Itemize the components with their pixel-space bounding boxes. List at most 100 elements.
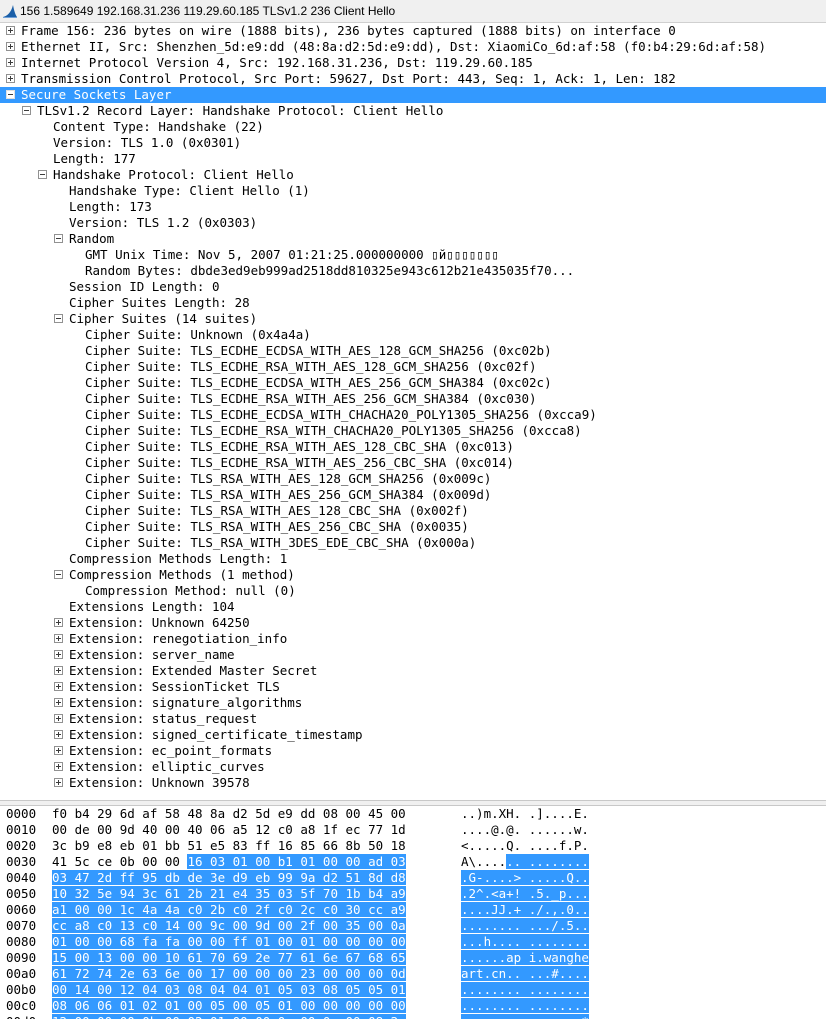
byte-row[interactable]: 0010 00 de 00 9d 40 00 40 06 a5 12 c0 a8 …: [0, 822, 826, 838]
tree-row[interactable]: Length: 177: [0, 151, 826, 167]
tree-row[interactable]: Extension: signature_algorithms: [0, 695, 826, 711]
expand-plus-icon[interactable]: [6, 58, 15, 67]
tree-row[interactable]: Session ID Length: 0: [0, 279, 826, 295]
collapse-minus-icon[interactable]: [54, 570, 63, 579]
tree-row[interactable]: Extension: status_request: [0, 711, 826, 727]
byte-row[interactable]: 0080 01 00 00 68 fa fa 00 00 ff 01 00 01 …: [0, 934, 826, 950]
expand-plus-icon[interactable]: [54, 746, 63, 755]
expand-plus-icon[interactable]: [54, 762, 63, 771]
tree-row[interactable]: Compression Methods Length: 1: [0, 551, 826, 567]
collapse-minus-icon[interactable]: [54, 314, 63, 323]
tree-row[interactable]: Version: TLS 1.2 (0x0303): [0, 215, 826, 231]
packet-details-tree[interactable]: Frame 156: 236 bytes on wire (1888 bits)…: [0, 23, 826, 799]
tree-row[interactable]: Cipher Suites Length: 28: [0, 295, 826, 311]
byte-hex[interactable]: a1 00 00 1c 4a 4a c0 2b c0 2f c0 2c c0 3…: [52, 902, 406, 918]
byte-row[interactable]: 0070 cc a8 c0 13 c0 14 00 9c 00 9d 00 2f …: [0, 918, 826, 934]
tree-row[interactable]: Secure Sockets Layer: [0, 87, 826, 103]
byte-row[interactable]: 00a0 61 72 74 2e 63 6e 00 17 00 00 00 23 …: [0, 966, 826, 982]
packet-bytes-pane[interactable]: 0000 f0 b4 29 6d af 58 48 8a d2 5d e9 dd …: [0, 806, 826, 1019]
expand-plus-icon[interactable]: [54, 634, 63, 643]
expand-plus-icon[interactable]: [6, 74, 15, 83]
byte-hex[interactable]: 15 00 13 00 00 10 61 70 69 2e 77 61 6e 6…: [52, 950, 406, 966]
byte-ascii[interactable]: ........ ........: [461, 998, 589, 1014]
tree-row[interactable]: Cipher Suite: TLS_ECDHE_RSA_WITH_AES_256…: [0, 391, 826, 407]
byte-ascii[interactable]: <.....Q. ....f.P.: [461, 838, 589, 854]
tree-row[interactable]: Length: 173: [0, 199, 826, 215]
collapse-minus-icon[interactable]: [22, 106, 31, 115]
byte-hex[interactable]: 00 14 00 12 04 03 08 04 04 01 05 03 08 0…: [52, 982, 406, 998]
tree-row[interactable]: Random Bytes: dbde3ed9eb999ad2518dd81032…: [0, 263, 826, 279]
expand-plus-icon[interactable]: [54, 666, 63, 675]
tree-row[interactable]: Cipher Suite: TLS_ECDHE_ECDSA_WITH_AES_2…: [0, 375, 826, 391]
tree-row[interactable]: Handshake Protocol: Client Hello: [0, 167, 826, 183]
byte-row[interactable]: 00b0 00 14 00 12 04 03 08 04 04 01 05 03 …: [0, 982, 826, 998]
tree-row[interactable]: GMT Unix Time: Nov 5, 2007 01:21:25.0000…: [0, 247, 826, 263]
tree-row[interactable]: Frame 156: 236 bytes on wire (1888 bits)…: [0, 23, 826, 39]
tree-row[interactable]: Content Type: Handshake (22): [0, 119, 826, 135]
byte-hex[interactable]: 00 de 00 9d 40 00 40 06 a5 12 c0 a8 1f e…: [52, 822, 406, 838]
tree-row[interactable]: Extension: Unknown 39578: [0, 775, 826, 791]
expand-plus-icon[interactable]: [54, 650, 63, 659]
tree-row[interactable]: Extension: renegotiation_info: [0, 631, 826, 647]
byte-hex[interactable]: 61 72 74 2e 63 6e 00 17 00 00 00 23 00 0…: [52, 966, 406, 982]
tree-row[interactable]: Cipher Suite: TLS_ECDHE_RSA_WITH_AES_256…: [0, 455, 826, 471]
tree-row[interactable]: Cipher Suite: TLS_ECDHE_RSA_WITH_CHACHA2…: [0, 423, 826, 439]
tree-row[interactable]: Extension: SessionTicket TLS: [0, 679, 826, 695]
tree-row[interactable]: Cipher Suite: TLS_ECDHE_RSA_WITH_AES_128…: [0, 439, 826, 455]
tree-row[interactable]: Extension: ec_point_formats: [0, 743, 826, 759]
tree-row[interactable]: Random: [0, 231, 826, 247]
byte-hex[interactable]: f0 b4 29 6d af 58 48 8a d2 5d e9 dd 08 0…: [52, 806, 406, 822]
collapse-minus-icon[interactable]: [6, 90, 15, 99]
byte-ascii[interactable]: ........ .......*: [461, 1014, 589, 1019]
byte-hex[interactable]: 03 47 2d ff 95 db de 3e d9 eb 99 9a d2 5…: [52, 870, 406, 886]
tree-row[interactable]: Extension: elliptic_curves: [0, 759, 826, 775]
tree-row[interactable]: Cipher Suite: TLS_ECDHE_ECDSA_WITH_CHACH…: [0, 407, 826, 423]
byte-row[interactable]: 00c0 08 06 06 01 02 01 00 05 00 05 01 00 …: [0, 998, 826, 1014]
collapse-minus-icon[interactable]: [54, 234, 63, 243]
tree-row[interactable]: Cipher Suite: TLS_RSA_WITH_AES_256_GCM_S…: [0, 487, 826, 503]
byte-hex[interactable]: 08 06 06 01 02 01 00 05 00 05 01 00 00 0…: [52, 998, 406, 1014]
byte-hex[interactable]: 3c b9 e8 eb 01 bb 51 e5 83 ff 16 85 66 8…: [52, 838, 406, 854]
tree-row[interactable]: Extension: server_name: [0, 647, 826, 663]
byte-row[interactable]: 0000 f0 b4 29 6d af 58 48 8a d2 5d e9 dd …: [0, 806, 826, 822]
collapse-minus-icon[interactable]: [38, 170, 47, 179]
tree-row[interactable]: Compression Methods (1 method): [0, 567, 826, 583]
byte-ascii[interactable]: A\...... ........: [461, 854, 589, 870]
byte-ascii[interactable]: ....JJ.+ ./.,.0..: [461, 902, 589, 918]
tree-row[interactable]: Transmission Control Protocol, Src Port:…: [0, 71, 826, 87]
byte-ascii[interactable]: ........ ........: [461, 982, 589, 998]
tree-row[interactable]: Ethernet II, Src: Shenzhen_5d:e9:dd (48:…: [0, 39, 826, 55]
byte-row[interactable]: 0020 3c b9 e8 eb 01 bb 51 e5 83 ff 16 85 …: [0, 838, 826, 854]
expand-plus-icon[interactable]: [54, 714, 63, 723]
byte-hex[interactable]: 41 5c ce 0b 00 00 16 03 01 00 b1 01 00 0…: [52, 854, 406, 870]
expand-plus-icon[interactable]: [54, 698, 63, 707]
byte-hex[interactable]: 10 32 5e 94 3c 61 2b 21 e4 35 03 5f 70 1…: [52, 886, 406, 902]
tree-row[interactable]: Cipher Suite: TLS_RSA_WITH_AES_256_CBC_S…: [0, 519, 826, 535]
byte-hex[interactable]: cc a8 c0 13 c0 14 00 9c 00 9d 00 2f 00 3…: [52, 918, 406, 934]
expand-plus-icon[interactable]: [54, 682, 63, 691]
byte-row[interactable]: 0090 15 00 13 00 00 10 61 70 69 2e 77 61 …: [0, 950, 826, 966]
tree-row[interactable]: Compression Method: null (0): [0, 583, 826, 599]
tree-row[interactable]: Extensions Length: 104: [0, 599, 826, 615]
byte-row[interactable]: 00d0 12 00 00 00 0b 00 02 01 00 00 0a 00 …: [0, 1014, 826, 1019]
byte-row[interactable]: 0050 10 32 5e 94 3c 61 2b 21 e4 35 03 5f …: [0, 886, 826, 902]
tree-row[interactable]: Cipher Suite: TLS_RSA_WITH_AES_128_CBC_S…: [0, 503, 826, 519]
byte-hex[interactable]: 12 00 00 00 0b 00 02 01 00 00 0a 00 0a 0…: [52, 1014, 406, 1019]
tree-row[interactable]: Extension: Extended Master Secret: [0, 663, 826, 679]
byte-ascii[interactable]: ..)m.XH. .]....E.: [461, 806, 589, 822]
expand-plus-icon[interactable]: [54, 730, 63, 739]
byte-ascii[interactable]: .2^.<a+! .5._p...: [461, 886, 589, 902]
expand-plus-icon[interactable]: [54, 618, 63, 627]
byte-ascii[interactable]: ........ .../.5..: [461, 918, 589, 934]
tree-row[interactable]: TLSv1.2 Record Layer: Handshake Protocol…: [0, 103, 826, 119]
byte-hex[interactable]: 01 00 00 68 fa fa 00 00 ff 01 00 01 00 0…: [52, 934, 406, 950]
byte-ascii[interactable]: ...h.... ........: [461, 934, 589, 950]
byte-row[interactable]: 0060 a1 00 00 1c 4a 4a c0 2b c0 2f c0 2c …: [0, 902, 826, 918]
expand-plus-icon[interactable]: [6, 26, 15, 35]
tree-row[interactable]: Cipher Suite: TLS_ECDHE_RSA_WITH_AES_128…: [0, 359, 826, 375]
tree-row[interactable]: Version: TLS 1.0 (0x0301): [0, 135, 826, 151]
tree-row[interactable]: Cipher Suite: TLS_ECDHE_ECDSA_WITH_AES_1…: [0, 343, 826, 359]
byte-ascii[interactable]: ......ap i.wanghe: [461, 950, 589, 966]
tree-row[interactable]: Extension: signed_certificate_timestamp: [0, 727, 826, 743]
expand-plus-icon[interactable]: [6, 42, 15, 51]
